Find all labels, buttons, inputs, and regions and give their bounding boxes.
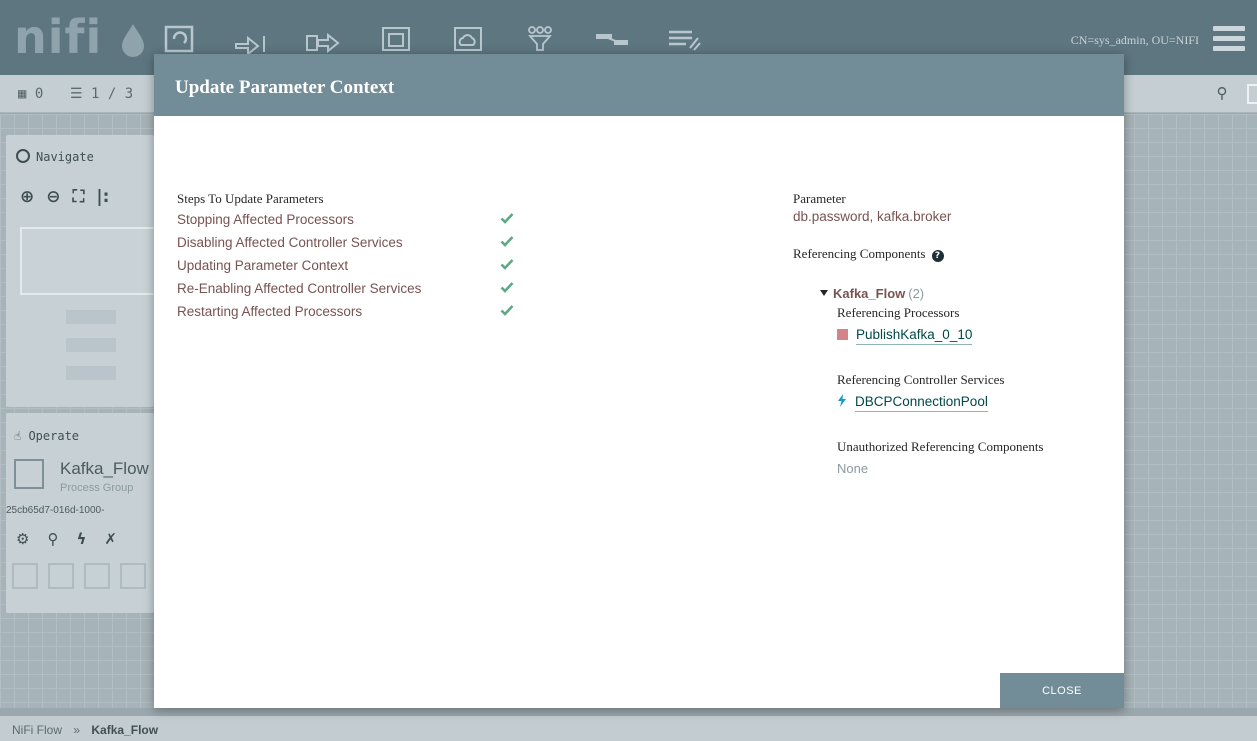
configure-icon[interactable]: ⚙ <box>16 530 29 548</box>
bulletin-icon[interactable] <box>1247 84 1257 104</box>
breadcrumb-root[interactable]: NiFi Flow <box>12 723 62 737</box>
birdseye-thumb <box>66 366 116 380</box>
paste-icon[interactable] <box>48 563 74 589</box>
copy-icon[interactable] <box>12 563 38 589</box>
process-group-icon[interactable] <box>376 24 416 54</box>
steps-label: Steps To Update Parameters <box>177 191 324 206</box>
close-button[interactable]: CLOSE <box>1000 673 1124 708</box>
step-item: Stopping Affected Processors <box>177 208 514 231</box>
operate-title: ☝ Operate <box>14 429 80 443</box>
active-threads: ▦ 0 <box>18 86 44 102</box>
label-icon[interactable] <box>664 24 704 54</box>
operate-panel: ☝ Operate Kafka_Flow Process Group 25cb6… <box>6 413 154 613</box>
check-icon <box>500 282 514 293</box>
check-icon <box>500 236 514 247</box>
unauthorized-components-label: Unauthorized Referencing Components <box>837 439 1044 454</box>
actual-size-icon[interactable]: |: <box>96 187 109 207</box>
compass-icon <box>16 149 30 163</box>
breadcrumb-separator: » <box>73 723 81 737</box>
step-label: Stopping Affected Processors <box>177 212 354 227</box>
selected-component-name: Kafka_Flow <box>60 459 149 478</box>
birdseye-thumb <box>66 310 116 324</box>
step-label: Updating Parameter Context <box>177 258 349 273</box>
process-group-name: Kafka_Flow <box>833 286 906 301</box>
step-label: Restarting Affected Processors <box>177 304 363 319</box>
check-icon <box>500 259 514 270</box>
caret-down-icon[interactable] <box>820 290 828 296</box>
selected-component-type: Process Group <box>60 482 134 494</box>
referencing-services-label: Referencing Controller Services <box>837 372 1005 387</box>
global-menu-icon[interactable] <box>1213 26 1245 52</box>
process-group-toggle[interactable]: Kafka_Flow (2) <box>820 286 924 301</box>
fit-icon[interactable]: ⛶ <box>73 187 85 207</box>
birdseye-thumb <box>66 338 116 352</box>
process-group-icon <box>14 459 44 489</box>
selected-component-id: 25cb65d7-016d-1000- <box>6 505 105 516</box>
input-port-icon[interactable] <box>232 24 272 57</box>
processor-link[interactable]: PublishKafka_0_10 <box>856 327 973 345</box>
navigate-panel: Navigate ⊕ ⊖ ⛶ |: <box>6 135 160 407</box>
dialog-header: Update Parameter Context <box>154 54 1124 116</box>
enabled-bolt-icon <box>838 394 846 407</box>
dialog-title: Update Parameter Context <box>175 77 395 98</box>
update-parameter-context-dialog: Update Parameter Context Steps To Update… <box>154 54 1124 708</box>
search-icon[interactable]: ⚲ <box>1209 82 1235 106</box>
group-icon[interactable] <box>84 563 110 589</box>
breadcrumb: NiFi Flow » Kafka_Flow <box>0 716 1257 741</box>
step-item: Restarting Affected Processors <box>177 300 514 323</box>
referencing-components-label: Referencing Components? <box>793 246 944 262</box>
parameter-label: Parameter <box>793 191 846 206</box>
nifi-logo: nifi <box>14 10 103 64</box>
zoom-out-icon[interactable]: ⊖ <box>46 187 60 207</box>
controller-service-reference: DBCPConnectionPool <box>837 394 988 412</box>
check-icon <box>500 213 514 224</box>
access-policies-icon[interactable]: ⚲ <box>47 530 58 548</box>
enable-icon[interactable]: ϟ <box>76 530 86 548</box>
check-icon <box>500 305 514 316</box>
help-icon[interactable]: ? <box>931 250 944 262</box>
processor-reference: PublishKafka_0_10 <box>837 327 973 345</box>
unauthorized-components-value: None <box>837 461 869 476</box>
step-item: Updating Parameter Context <box>177 254 514 277</box>
step-label: Re-Enabling Affected Controller Services <box>177 281 422 296</box>
output-port-icon[interactable] <box>304 24 344 54</box>
birdseye-view[interactable] <box>20 227 160 295</box>
stopped-status-icon <box>837 329 848 340</box>
parameter-value: db.password, kafka.broker <box>793 209 952 224</box>
step-item: Re-Enabling Affected Controller Services <box>177 277 514 300</box>
processor-icon[interactable] <box>160 24 200 54</box>
remote-process-group-icon[interactable] <box>448 24 488 54</box>
nifi-drop-icon <box>122 24 144 57</box>
breadcrumb-current: Kafka_Flow <box>91 723 159 737</box>
funnel-icon[interactable] <box>520 24 560 54</box>
step-label: Disabling Affected Controller Services <box>177 235 403 250</box>
navigate-title: Navigate <box>16 149 94 164</box>
queued-count: ☰ 1 / 3 <box>70 86 134 102</box>
current-user: CN=sys_admin, OU=NIFI <box>1070 33 1199 47</box>
controller-service-link[interactable]: DBCPConnectionPool <box>855 394 988 412</box>
reference-count: (2) <box>908 286 925 301</box>
disable-icon[interactable]: ✗ <box>104 530 117 548</box>
steps-list: Stopping Affected Processors Disabling A… <box>177 208 514 323</box>
color-icon[interactable] <box>120 563 146 589</box>
referencing-processors-label: Referencing Processors <box>837 305 960 320</box>
zoom-in-icon[interactable]: ⊕ <box>20 187 34 207</box>
step-item: Disabling Affected Controller Services <box>177 231 514 254</box>
template-icon[interactable] <box>592 24 632 54</box>
